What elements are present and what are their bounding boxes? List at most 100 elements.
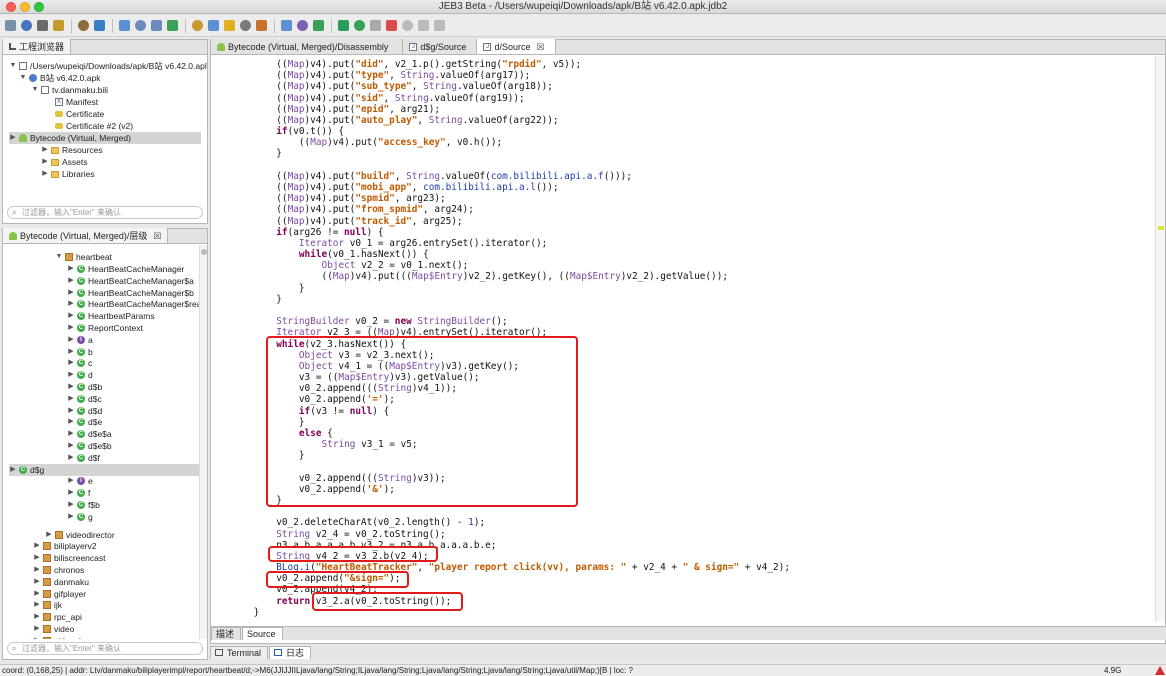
hierarchy-filter-input[interactable]: ⌕ 过滤器，输入"Enter" 来确认 xyxy=(7,642,203,655)
code-line[interactable]: } xyxy=(276,294,282,305)
tree-item[interactable]: ▶ videodirector xyxy=(45,529,114,541)
expand-right-icon[interactable]: ▶ xyxy=(67,428,75,440)
code-line[interactable]: ((Map)v4).put("sub_type", String.valueOf… xyxy=(276,81,553,92)
tree-item[interactable]: ▶ Cf xyxy=(67,487,90,499)
expand-right-icon[interactable]: ▶ xyxy=(67,263,75,275)
expand-right-icon[interactable]: ▶ xyxy=(67,310,75,322)
globe-button[interactable] xyxy=(92,19,106,33)
expand-right-icon[interactable]: ▶ xyxy=(67,405,75,417)
export-button[interactable] xyxy=(51,19,65,33)
code-line[interactable]: Object v3 = v2_3.next(); xyxy=(299,350,434,361)
code-button[interactable] xyxy=(311,19,325,33)
code-line[interactable]: Object v2_2 = v0_1.next(); xyxy=(322,260,469,271)
project-filter-input[interactable]: ⌕ 过滤器，输入"Enter" 来确认 xyxy=(7,206,203,219)
tab-source[interactable]: Source xyxy=(242,627,283,640)
tree-item[interactable]: ▶ Cf$b xyxy=(67,499,100,511)
code-line[interactable]: ((Map)v4).put("access_key", v0.h()); xyxy=(299,137,502,148)
tree-item[interactable]: ▶ Cg xyxy=(67,511,92,523)
tab-close-icon[interactable]: ☒ xyxy=(153,229,161,243)
tree-item[interactable]: ▶ rpc_api xyxy=(33,611,82,623)
code-line[interactable]: while(v0_1.hasNext()) { xyxy=(299,249,429,260)
tree-item[interactable]: ▶ C HeartBeatCacheManager$b xyxy=(67,287,194,299)
tree-item[interactable]: ▼ heartbeat xyxy=(55,251,112,263)
code-line[interactable]: v0_2.append(((String)v3)); xyxy=(299,473,446,484)
tree-item[interactable]: ▼ /Users/wupeiqi/Downloads/apk/B站 v6.42.0… xyxy=(9,60,207,72)
code-line[interactable]: Iterator v0_1 = arg26.entrySet().iterato… xyxy=(299,238,547,249)
expand-down-icon[interactable]: ▼ xyxy=(31,84,39,96)
code-line[interactable]: v0_2.append(v4_2); xyxy=(276,584,378,595)
code-line[interactable]: v0_2.deleteCharAt(v0_2.length() - 1); xyxy=(276,517,485,528)
expand-right-icon[interactable]: ▶ xyxy=(67,275,75,287)
forward-button[interactable] xyxy=(149,19,163,33)
tree-item[interactable]: ▶ Cd$f xyxy=(67,452,100,464)
code-line[interactable]: if(v0.t()) { xyxy=(276,126,344,137)
tree-item[interactable]: ▶ chronos xyxy=(33,564,84,576)
code-line[interactable]: v3 = ((Map$Entry)v3).getValue(); xyxy=(299,372,480,383)
tab-hierarchy[interactable]: Bytecode (Virtual, Merged)/层级 ☒ xyxy=(3,228,169,243)
step-over-button[interactable] xyxy=(416,19,430,33)
tree-item[interactable]: ▶ C HeartBeatCacheManager xyxy=(67,263,184,275)
code-line[interactable]: if(arg26 != null) { xyxy=(276,227,383,238)
window-maximize-button[interactable] xyxy=(34,2,44,12)
code-line[interactable]: StringBuilder v0_2 = new StringBuilder()… xyxy=(276,316,507,327)
editor-tab[interactable]: Jd/Source ☒ xyxy=(477,39,556,54)
grid-button[interactable] xyxy=(254,19,268,33)
pause-button[interactable] xyxy=(368,19,382,33)
tree-item[interactable]: X Manifest xyxy=(45,96,98,108)
editor-tab[interactable]: Jd$g/Source xyxy=(403,39,478,54)
code-line[interactable]: v0_2.append('&'); xyxy=(299,484,395,495)
code-line[interactable]: ((Map)v4).put("did", v2_1.p().getString(… xyxy=(276,59,581,70)
code-line[interactable]: } xyxy=(276,495,282,506)
code-line[interactable]: while(v2_3.hasNext()) { xyxy=(276,339,406,350)
code-line[interactable]: return v3_2.a(v0_2.toString()); xyxy=(276,596,451,607)
open-button[interactable] xyxy=(3,19,17,33)
expand-right-icon[interactable]: ▶ xyxy=(67,475,75,487)
code-view[interactable]: ((Map)v4).put("did", v2_1.p().getString(… xyxy=(211,56,1155,624)
editor-scrollbar[interactable] xyxy=(1155,56,1165,622)
tree-item[interactable]: ▶ biliplayerv2 xyxy=(33,540,96,552)
expand-down-icon[interactable]: ▼ xyxy=(19,72,27,84)
expand-right-icon[interactable]: ▶ xyxy=(9,132,17,144)
step-into-button[interactable] xyxy=(400,19,414,33)
expand-right-icon[interactable]: ▶ xyxy=(67,487,75,499)
code-line[interactable]: } xyxy=(299,450,305,461)
code-line[interactable]: v0_2.append(((String)v4_1)); xyxy=(299,383,457,394)
tree-item[interactable]: ▶ Cb xyxy=(67,346,92,358)
code-line[interactable]: ((Map)v4).put(((Map$Entry)v2_2).getKey()… xyxy=(322,271,728,282)
expand-right-icon[interactable]: ▶ xyxy=(67,452,75,464)
expand-down-icon[interactable]: ▼ xyxy=(9,60,17,72)
hierarchy-scrollbar[interactable] xyxy=(199,245,207,639)
expand-right-icon[interactable]: ▶ xyxy=(41,168,49,180)
window-close-button[interactable] xyxy=(6,2,16,12)
window-minimize-button[interactable] xyxy=(20,2,30,12)
tree-item[interactable]: ▶ Resources xyxy=(41,144,102,156)
doc-button[interactable] xyxy=(238,19,252,33)
expand-right-icon[interactable]: ▶ xyxy=(33,540,41,552)
expand-right-icon[interactable]: ▶ xyxy=(67,499,75,511)
expand-right-icon[interactable]: ▶ xyxy=(33,611,41,623)
expand-right-icon[interactable]: ▶ xyxy=(67,393,75,405)
tree-item[interactable]: ▶ C HeartbeatParams xyxy=(67,310,154,322)
tree-item[interactable]: ▶ Cd$e$a xyxy=(67,428,111,440)
settings-button[interactable] xyxy=(35,19,49,33)
expand-down-icon[interactable]: ▼ xyxy=(55,251,63,263)
tree-item[interactable]: ▶ Cd$g xyxy=(9,463,201,476)
tree-item[interactable]: ▼ B站 v6.42.0.apk xyxy=(19,72,101,84)
debug-button[interactable] xyxy=(336,19,350,33)
stop-button[interactable] xyxy=(384,19,398,33)
code-line[interactable]: } xyxy=(276,148,282,159)
code-line[interactable]: } xyxy=(299,417,305,428)
tree-item[interactable]: ▶ video xyxy=(33,623,74,635)
tab-log[interactable]: 日志 xyxy=(269,645,312,659)
expand-right-icon[interactable]: ▶ xyxy=(67,346,75,358)
xref-button[interactable] xyxy=(279,19,293,33)
code-line[interactable]: } xyxy=(254,607,260,618)
tree-item[interactable]: ▶ Cd$b xyxy=(67,381,102,393)
step-out-button[interactable] xyxy=(432,19,446,33)
tab-terminal[interactable]: Terminal xyxy=(210,645,269,659)
code-line[interactable]: Object v4_1 = ((Map$Entry)v3).getKey(); xyxy=(299,361,519,372)
decompile-button[interactable] xyxy=(190,19,204,33)
code-line[interactable]: v0_2.append("&sign="); xyxy=(276,573,400,584)
editor-tab[interactable]: Bytecode (Virtual, Merged)/Disassembly xyxy=(211,39,404,54)
tree-item[interactable]: ▶ videoplayer xyxy=(33,635,97,639)
